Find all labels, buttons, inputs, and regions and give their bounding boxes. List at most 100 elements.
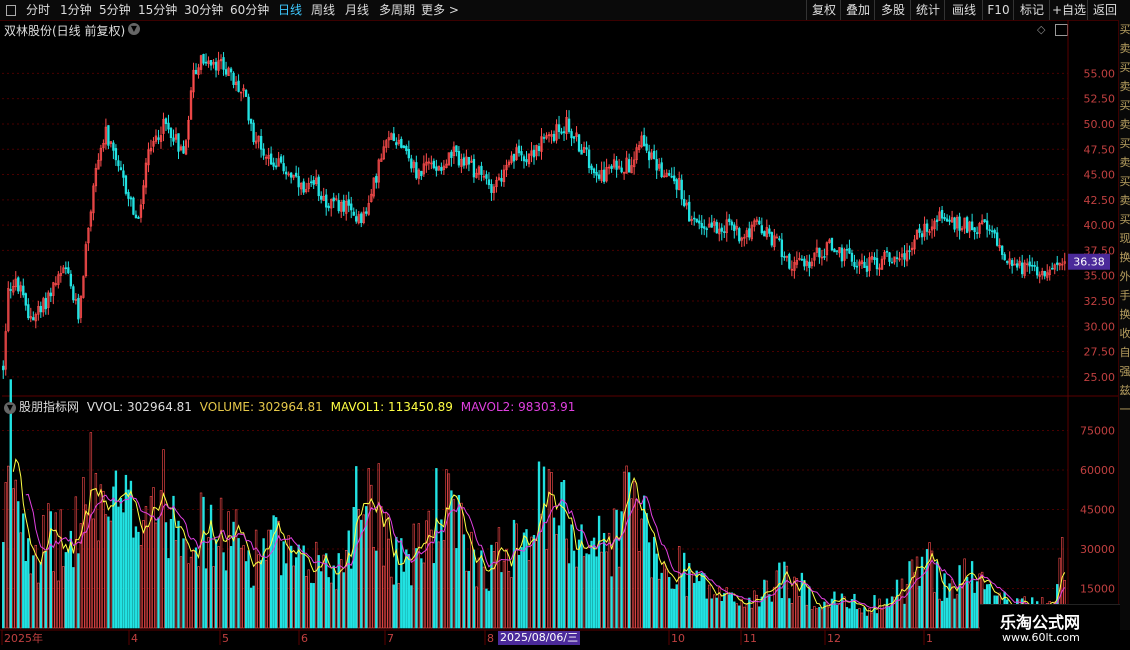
volume-bar xyxy=(690,571,693,629)
volume-bar xyxy=(853,593,856,629)
candle-body xyxy=(990,230,994,233)
volume-bar xyxy=(435,468,438,629)
candle-body xyxy=(232,72,235,85)
volume-bar xyxy=(905,584,909,629)
candle-body xyxy=(520,151,523,156)
volume-bar xyxy=(652,536,656,629)
candle-body xyxy=(1033,265,1036,267)
volume-bar xyxy=(22,513,25,629)
volume-bar xyxy=(537,461,541,629)
kline-chart[interactable]: 25.0027.5030.0032.5035.0037.5040.0042.50… xyxy=(0,0,1130,650)
candle-body xyxy=(710,222,713,228)
candle-body xyxy=(572,136,576,139)
volume-bar xyxy=(900,578,904,629)
volume-bar xyxy=(425,520,428,629)
volume-bar xyxy=(615,509,618,629)
volume-bar xyxy=(502,560,506,629)
volume-bar xyxy=(132,537,135,629)
volume-bar xyxy=(765,580,769,629)
volume-bar xyxy=(462,534,466,629)
volume-bar xyxy=(370,484,373,629)
volume-bar xyxy=(217,546,220,629)
volume-bar xyxy=(720,600,723,629)
candle-body xyxy=(768,228,771,234)
chevron-down-icon[interactable]: ▼ xyxy=(4,401,16,414)
volume-bar xyxy=(204,568,208,629)
volume-bar xyxy=(89,432,93,629)
candle-body xyxy=(214,61,218,71)
candle-body xyxy=(490,184,493,193)
candle-body xyxy=(512,153,516,162)
volume-bar xyxy=(650,577,653,629)
candle-body xyxy=(1021,262,1024,275)
volume-bar xyxy=(382,565,385,629)
volume-bar xyxy=(415,548,418,629)
candle-body xyxy=(202,54,205,64)
volume-bar xyxy=(294,557,298,629)
volume-bar xyxy=(968,583,971,629)
volume-bar xyxy=(264,560,268,629)
candle-body xyxy=(294,172,298,177)
volume-bar xyxy=(607,532,611,629)
volume-bar xyxy=(582,556,586,629)
date-tick-label: 8 xyxy=(487,632,494,645)
candle-body xyxy=(252,122,255,143)
volume-bar xyxy=(2,542,5,629)
volume-bar xyxy=(14,479,17,629)
volume-bar xyxy=(815,608,819,629)
volume-bar xyxy=(778,562,781,629)
candle-body xyxy=(1051,267,1054,270)
volume-bar xyxy=(107,516,110,629)
candle-body xyxy=(688,201,691,222)
candle-body xyxy=(770,232,774,246)
volume-bar xyxy=(114,470,118,629)
volume-bar xyxy=(710,598,713,629)
watermark: 乐淘公式网 www.60lt.com xyxy=(980,604,1120,649)
volume-bar xyxy=(527,560,531,629)
volume-bar xyxy=(945,597,949,629)
candle-body xyxy=(9,289,12,291)
volume-bar xyxy=(242,545,245,629)
volume-bar xyxy=(29,573,32,629)
side-strip-char: 卖 xyxy=(1119,156,1130,169)
volume-bar xyxy=(507,570,511,629)
volume-bar xyxy=(380,506,383,629)
volume-bar xyxy=(52,571,55,629)
volume-bar xyxy=(247,550,250,629)
volume-bar xyxy=(813,606,816,629)
candle-body xyxy=(988,229,991,231)
volume-bar xyxy=(515,523,518,629)
candle-body xyxy=(647,151,651,161)
volume-bar xyxy=(254,529,258,629)
candle-body xyxy=(400,138,403,148)
volume-bar xyxy=(818,606,821,629)
candle-body xyxy=(597,174,601,179)
volume-bar xyxy=(72,567,75,629)
candle-body xyxy=(347,199,350,206)
volume-bar xyxy=(39,562,42,629)
candle-body xyxy=(738,228,741,242)
candle-body xyxy=(69,273,73,287)
volume-bar xyxy=(154,522,158,629)
candle-body xyxy=(700,223,703,228)
candle-body xyxy=(655,158,658,171)
side-strip-char: 买 xyxy=(1119,61,1130,74)
volume-bar xyxy=(437,541,441,629)
candle-body xyxy=(590,165,593,170)
volume-bar xyxy=(933,592,936,629)
volume-bar xyxy=(700,572,703,629)
volume-bar xyxy=(422,562,426,629)
candle-body xyxy=(748,228,751,238)
volume-bar xyxy=(542,466,546,629)
volume-bar xyxy=(673,588,676,629)
volume-bar xyxy=(410,585,413,629)
volume-bar xyxy=(310,582,313,629)
volume-bar xyxy=(222,552,225,629)
volume-bar xyxy=(104,514,108,629)
candle-body xyxy=(723,231,726,233)
volume-bar xyxy=(733,601,736,629)
volume-bar xyxy=(377,463,380,629)
volume-bar xyxy=(197,566,200,629)
volume-bar xyxy=(665,568,668,629)
volume-bar xyxy=(289,545,293,629)
